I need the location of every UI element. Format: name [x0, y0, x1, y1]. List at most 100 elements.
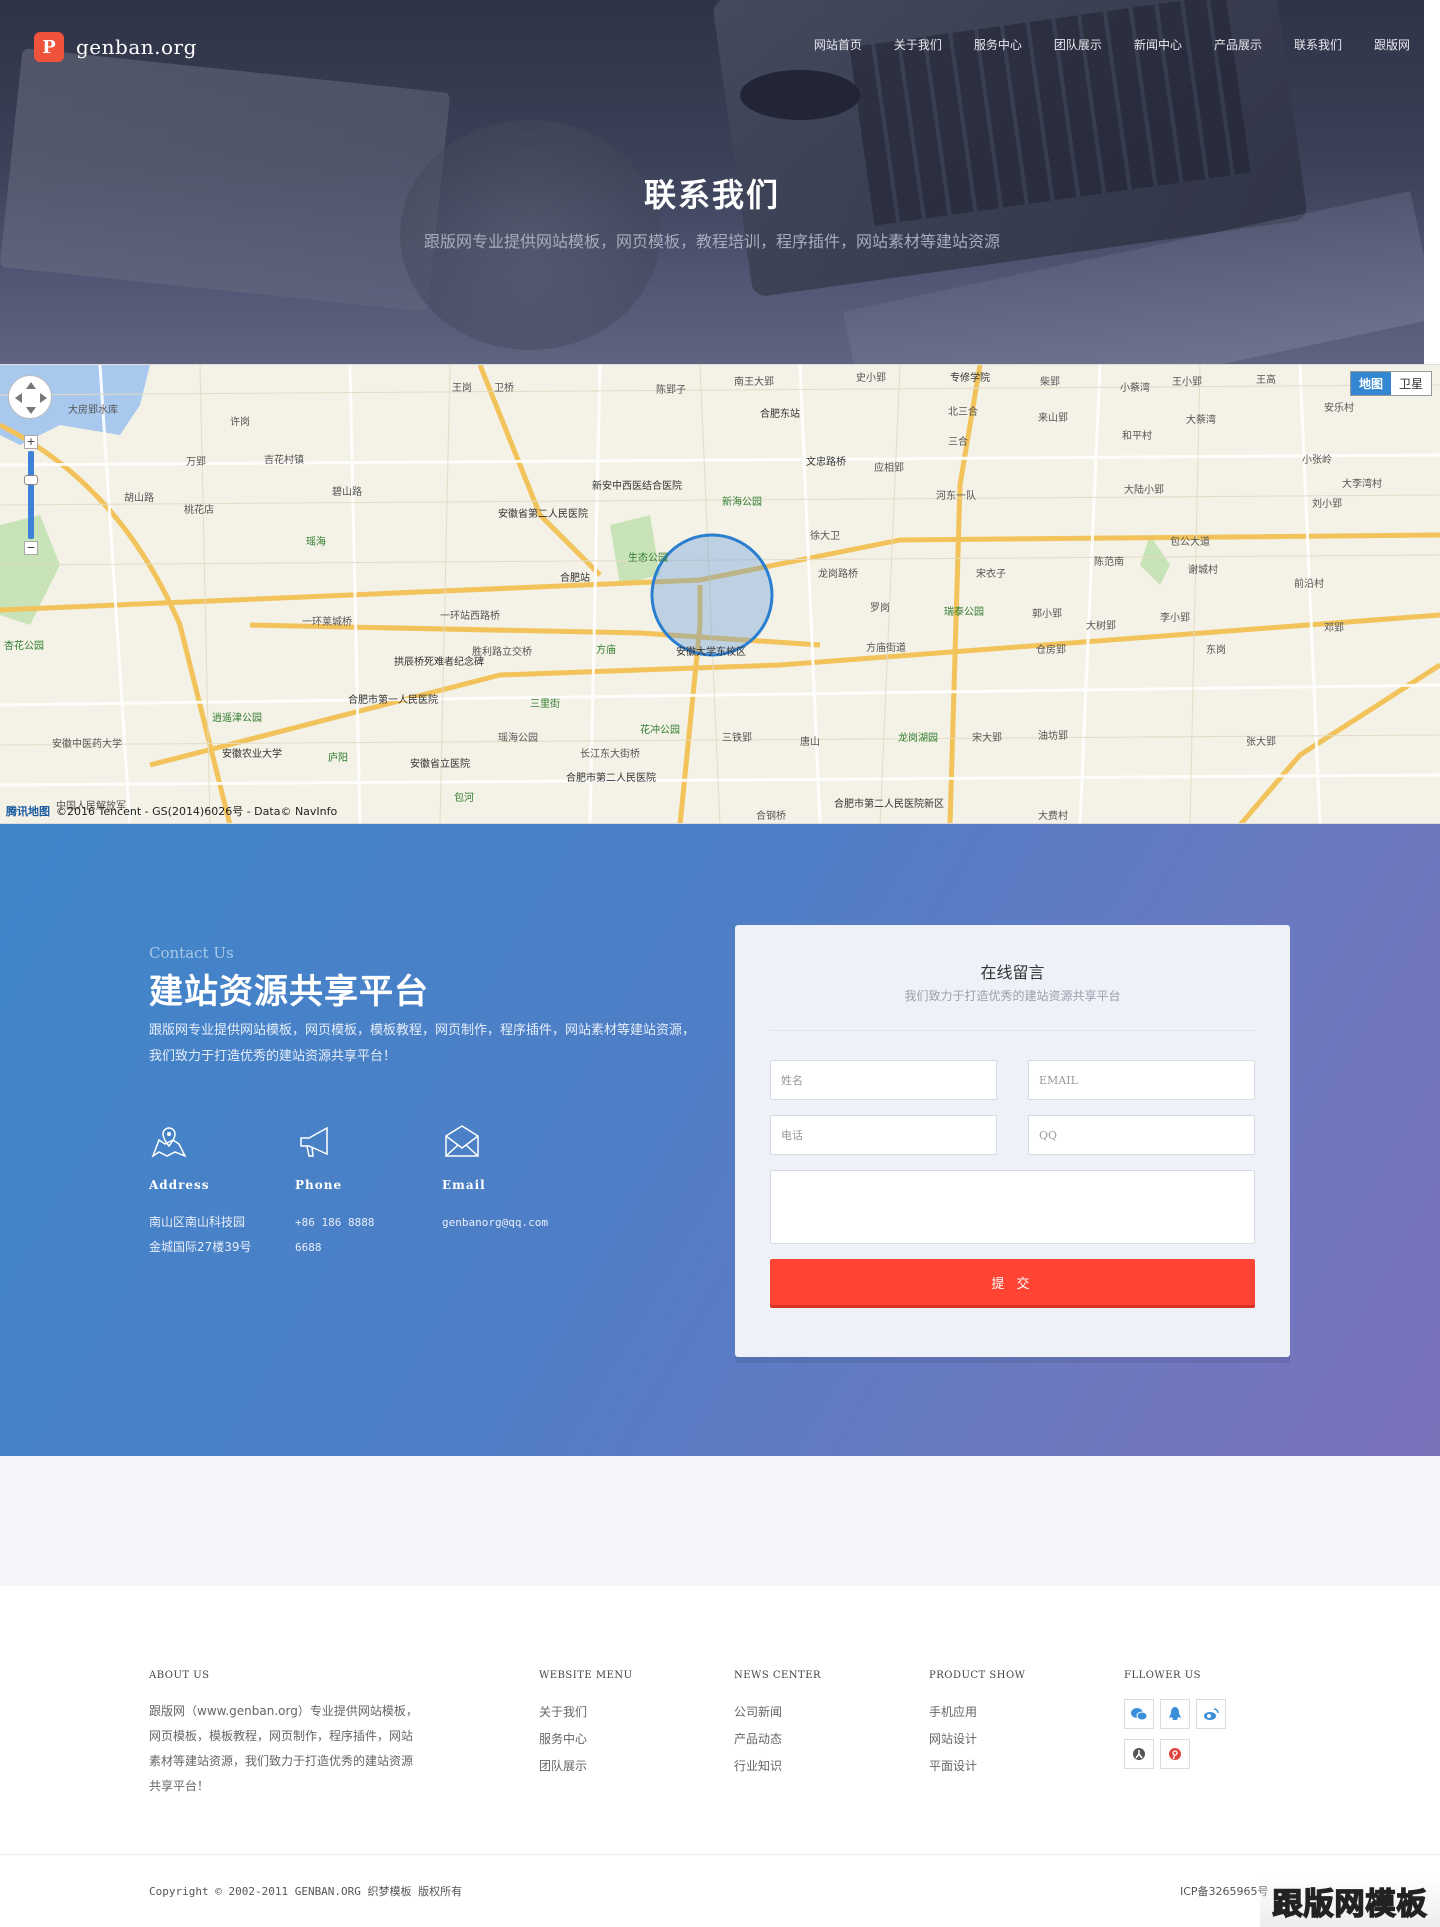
map-label: 大费村 — [1038, 811, 1068, 822]
map-label: 一环莱城桥 — [302, 617, 352, 628]
map-label: 合肥市第一人民医院 — [348, 695, 438, 706]
map-label: 文忠路桥 — [806, 457, 846, 468]
map-label: 杏花公园 — [4, 641, 44, 652]
map-label: 大房郢水库 — [68, 405, 118, 416]
map-label: 合肥市第二人民医院新区 — [834, 799, 944, 810]
form-title: 在线留言 — [980, 963, 1045, 982]
qq-field[interactable]: QQ — [1028, 1115, 1255, 1155]
map-roads — [0, 365, 1440, 823]
map-label: 宋大郢 — [972, 733, 1002, 744]
map-label: 小张岭 — [1302, 455, 1332, 466]
footer-link[interactable]: 服务中心 — [539, 1730, 633, 1747]
pan-arrows-icon — [15, 382, 47, 414]
footer-about-text: 跟版网（www.genban.org）专业提供网站模板，网页模板，模板教程，网页… — [149, 1704, 418, 1793]
footer-link[interactable]: 网站设计 — [929, 1730, 1025, 1747]
pinterest-icon — [1169, 1748, 1181, 1760]
nav-item-team[interactable]: 团队展示 — [1054, 36, 1102, 53]
map-attribution: 腾讯地图 ©2016 Tencent - GS(2014)6026号 - Dat… — [6, 803, 337, 819]
footer-link[interactable]: 团队展示 — [539, 1757, 633, 1774]
footer-heading: NEWS CENTER — [734, 1670, 822, 1681]
map-label: 合肥市第二人民医院 — [566, 773, 656, 784]
nav-item-about[interactable]: 关于我们 — [894, 36, 942, 53]
email-value[interactable]: genbanorg@qq.com — [442, 1210, 582, 1235]
map-label: 张大郢 — [1246, 737, 1276, 748]
nav-item-home[interactable]: 网站首页 — [814, 36, 862, 53]
nav-item-contact[interactable]: 联系我们 — [1294, 36, 1342, 53]
social-links — [1124, 1699, 1226, 1769]
map-type-satellite[interactable]: 卫星 — [1391, 372, 1431, 395]
map-label: 包河 — [454, 793, 474, 804]
map-label: 大树郢 — [1086, 621, 1116, 632]
map-label: 徐大卫 — [810, 531, 840, 542]
zoom-in-button[interactable]: + — [24, 435, 38, 449]
map-pan-control[interactable] — [8, 375, 52, 419]
contact-title: 建站资源共享平台 — [149, 972, 429, 1012]
map-label: 陈范南 — [1094, 557, 1124, 568]
map-type-switch: 地图 卫星 — [1349, 371, 1432, 396]
map-brand[interactable]: 腾讯地图 — [6, 803, 50, 819]
footer-link[interactable]: 关于我们 — [539, 1703, 633, 1720]
watermark-text: 跟版网模板 — [1272, 1886, 1428, 1923]
map-label: 逍遥津公园 — [212, 713, 262, 724]
map-label: 新安中西医结合医院 — [592, 481, 682, 492]
message-textarea[interactable] — [770, 1170, 1255, 1244]
nav-item-news[interactable]: 新闻中心 — [1134, 36, 1182, 53]
name-field[interactable]: 姓名 — [770, 1060, 997, 1100]
pinterest-button[interactable] — [1160, 1739, 1190, 1769]
map-label: 方庙街道 — [866, 643, 906, 654]
page-title: 联系我们 — [643, 176, 780, 214]
map-label: 史小郢 — [856, 373, 886, 384]
spacer-band — [0, 1456, 1440, 1586]
map-credit-text: ©2016 Tencent - GS(2014)6026号 - Data© Na… — [56, 805, 338, 818]
map-label: 前沿村 — [1294, 579, 1324, 590]
map-label: 和平村 — [1122, 431, 1152, 442]
wechat-icon — [1131, 1708, 1147, 1721]
email-placeholder: EMAIL — [1039, 1073, 1078, 1087]
nav-item-services[interactable]: 服务中心 — [974, 36, 1022, 53]
footer-link[interactable]: 公司新闻 — [734, 1703, 821, 1720]
site-logo[interactable]: P genban.org — [34, 32, 197, 62]
map-label: 瑞泰公园 — [944, 607, 984, 618]
zoom-out-button[interactable]: − — [24, 541, 38, 555]
icp-license[interactable]: ICP备3265965号 — [1180, 1883, 1269, 1899]
map-label: 三里街 — [530, 699, 560, 710]
weibo-button[interactable] — [1196, 1699, 1226, 1729]
map-label: 大陆小郢 — [1124, 485, 1164, 496]
address-line: 金城国际27楼39号 — [149, 1240, 252, 1254]
map-type-map[interactable]: 地图 — [1350, 372, 1391, 395]
map-label: 桃花店 — [184, 505, 214, 516]
phone-label: Phone — [295, 1178, 343, 1192]
contact-address: Address 南山区南山科技园 金城国际27楼39号 — [149, 1122, 289, 1260]
footer-link[interactable]: 行业知识 — [734, 1757, 821, 1774]
wechat-button[interactable] — [1124, 1699, 1154, 1729]
map-label: 合钢桥 — [756, 811, 786, 822]
qq-button[interactable] — [1160, 1699, 1190, 1729]
map-label: 安徽中医药大学 — [52, 739, 122, 750]
map-label: 一环站西路桥 — [440, 611, 500, 622]
renren-button[interactable] — [1124, 1739, 1154, 1769]
submit-button[interactable]: 提 交 — [770, 1259, 1255, 1305]
map-label: 瑶海 — [306, 537, 326, 548]
footer-website-menu: WEBSITE MENU 关于我们 服务中心 团队展示 — [539, 1670, 633, 1774]
watermark-logo: 跟版网模板 — [1260, 1875, 1440, 1927]
footer-link[interactable]: 手机应用 — [929, 1703, 1025, 1720]
email-field[interactable]: EMAIL — [1028, 1060, 1255, 1100]
zoom-slider-handle[interactable] — [24, 475, 38, 485]
phone-value[interactable]: +86 186 8888 6688 — [295, 1210, 435, 1260]
nav-item-products[interactable]: 产品展示 — [1214, 36, 1262, 53]
footer-link[interactable]: 产品动态 — [734, 1730, 821, 1747]
location-map[interactable]: 大房郢水库 许岗 王岗 卫桥 陈郢子 南王大郢 史小郢 专修学院 柴郢 王小郢 … — [0, 364, 1440, 824]
contact-kicker: Contact Us — [149, 944, 234, 962]
address-label: Address — [149, 1178, 210, 1192]
map-label: 河东一队 — [936, 491, 976, 502]
map-label: 李小郢 — [1160, 613, 1190, 624]
page-subtitle: 跟版网专业提供网站模板，网页模板，教程培训，程序插件，网站素材等建站资源 — [423, 232, 1000, 251]
zoom-slider[interactable] — [24, 451, 38, 539]
map-label: 碧山路 — [332, 487, 362, 498]
footer-link[interactable]: 平面设计 — [929, 1757, 1025, 1774]
nav-item-genban[interactable]: 跟版网 — [1374, 36, 1410, 53]
phone-field[interactable]: 电话 — [770, 1115, 997, 1155]
map-label: 柴郢 — [1040, 377, 1060, 388]
phone-line: +86 186 8888 — [295, 1216, 375, 1229]
name-placeholder: 姓名 — [781, 1074, 803, 1087]
